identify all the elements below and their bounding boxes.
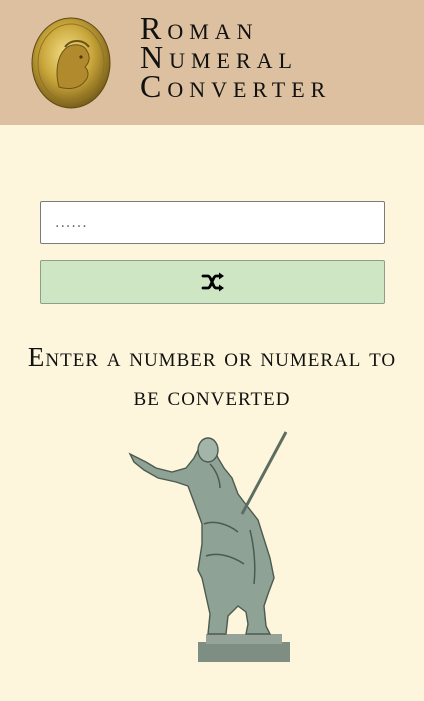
title-line-3: Converter (140, 68, 332, 104)
random-button[interactable] (40, 260, 385, 304)
number-numeral-input[interactable] (40, 201, 385, 244)
instruction-message: Enter a number or numeral to be converte… (27, 342, 397, 411)
roman-coin-logo (31, 17, 111, 109)
site-header: Roman Numeral Converter (0, 0, 424, 125)
augustus-statue-image (128, 431, 290, 662)
shuffle-icon (201, 272, 224, 292)
app-title: Roman Numeral Converter (140, 12, 332, 104)
